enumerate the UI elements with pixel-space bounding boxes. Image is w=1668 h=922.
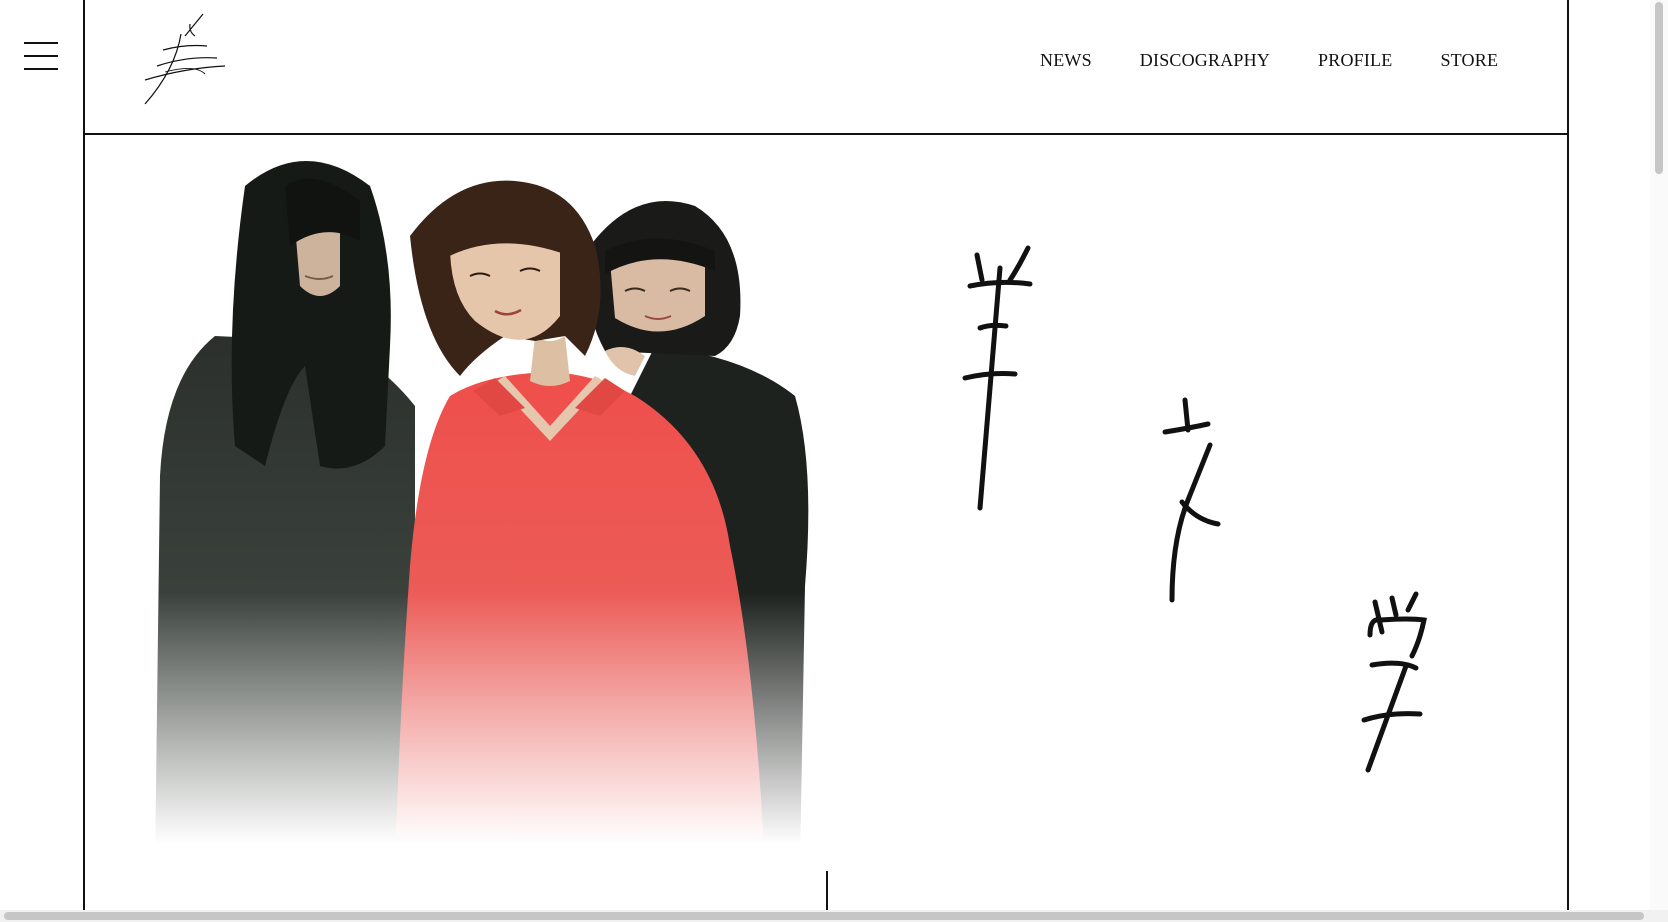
hamburger-line (24, 68, 58, 70)
horizontal-scrollbar-thumb[interactable] (4, 912, 1644, 920)
nav-discography-link[interactable]: DISCOGRAPHY (1140, 50, 1270, 71)
horizontal-scrollbar[interactable] (0, 910, 1668, 922)
band-members-photo (155, 146, 855, 866)
home-logo[interactable] (135, 10, 235, 110)
hamburger-line (24, 42, 58, 44)
frame-left-border (83, 0, 85, 922)
header-divider (83, 133, 1569, 135)
main-navigation: NEWS DISCOGRAPHY PROFILE STORE (1040, 50, 1498, 71)
hamburger-line (24, 55, 58, 57)
left-rail (0, 0, 84, 922)
nav-store-link[interactable]: STORE (1440, 50, 1498, 71)
signature-logo-icon (144, 13, 226, 105)
vertical-scrollbar[interactable] (1650, 0, 1668, 912)
frame-right-border (1567, 0, 1569, 922)
nav-profile-link[interactable]: PROFILE (1318, 50, 1392, 71)
band-name-calligraphy-art (962, 245, 1427, 773)
vertical-scrollbar-thumb[interactable] (1655, 2, 1663, 174)
hamburger-menu-icon[interactable] (24, 42, 58, 72)
nav-news-link[interactable]: NEWS (1040, 50, 1092, 71)
